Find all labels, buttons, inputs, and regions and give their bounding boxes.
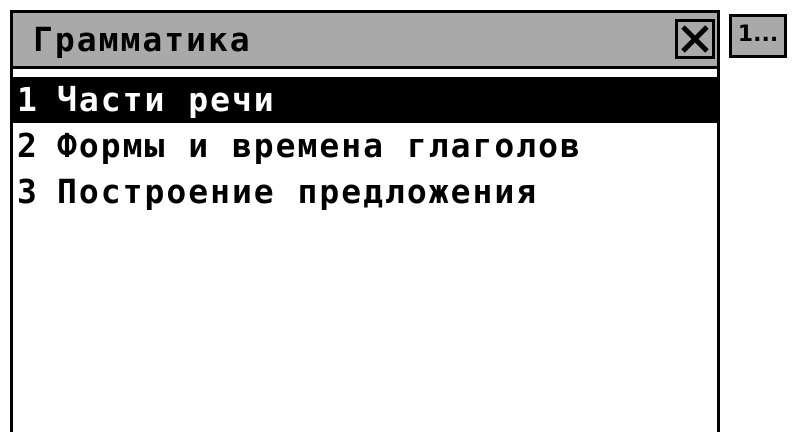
menu-item-sentence-building[interactable]: 3 Построение предложения xyxy=(13,169,717,215)
grammar-window: Грамматика 1 Части речи 2 Формы и времена … xyxy=(10,10,720,432)
menu-item-number: 1 xyxy=(17,80,39,119)
window-title: Грамматика xyxy=(33,20,252,59)
close-x-icon xyxy=(681,25,709,53)
menu-item-number: 2 xyxy=(17,126,39,165)
page-indicator-tab[interactable]: 1... xyxy=(729,14,787,58)
menu-item-label: Формы и времена глаголов xyxy=(57,126,582,165)
menu-item-label: Части речи xyxy=(57,80,276,119)
menu-item-verb-forms[interactable]: 2 Формы и времена глаголов xyxy=(13,123,717,169)
window-titlebar: Грамматика xyxy=(13,13,717,69)
close-button[interactable] xyxy=(675,19,715,59)
grammar-menu-list: 1 Части речи 2 Формы и времена глаголов 3П… xyxy=(13,77,717,215)
menu-item-number: 3 xyxy=(17,172,39,211)
menu-item-parts-of-speech[interactable]: 1 Части речи xyxy=(13,77,717,123)
menu-item-label: Построение предложения xyxy=(57,172,539,211)
